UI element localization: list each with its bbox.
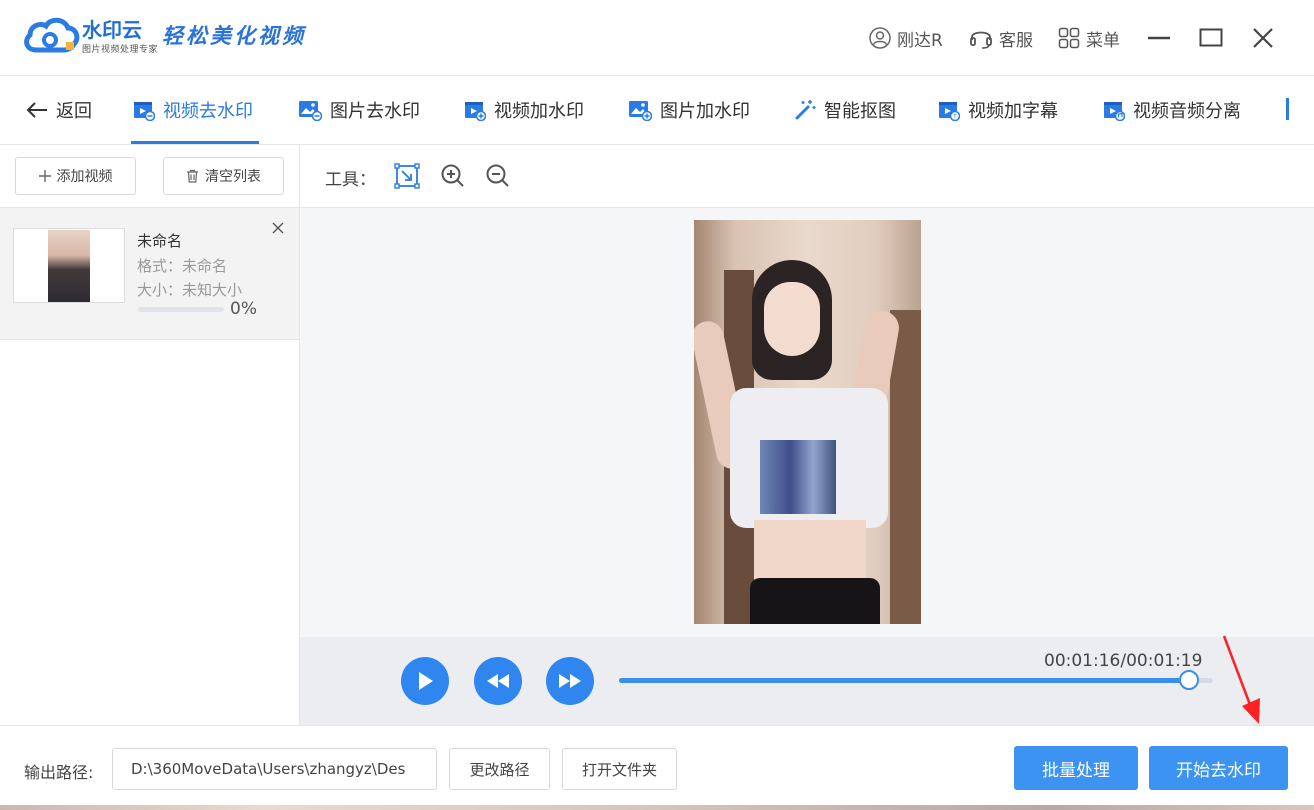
video-add-icon [465,102,486,121]
customer-service-label: 客服 [999,30,1033,51]
fast-forward-icon [559,674,581,688]
close-icon [1253,28,1273,48]
zoom-out-tool[interactable] [485,163,511,189]
clear-list-button[interactable]: 清空列表 [163,157,284,195]
playback-knob[interactable] [1179,670,1200,690]
start-removal-button[interactable]: 开始去水印 [1149,746,1288,790]
user-name: 刚达R [897,30,943,51]
grid-menu-icon [1058,27,1080,49]
tab-label: 图片去水印 [330,101,420,122]
tab-label: 视频音频分离 [1133,101,1241,122]
user-account-button[interactable]: 刚达R [869,24,943,52]
minimize-icon [1148,36,1170,40]
output-path-field[interactable]: D:\360MoveData\Users\zhangyz\Des [112,748,437,790]
file-progress-bar [138,307,224,312]
tab-video-add-subtitles[interactable]: T 视频加字幕 [938,76,1058,144]
tab-smart-cutout[interactable]: 智能抠图 [794,76,896,144]
list-item[interactable]: 未命名 格式：未命名 大小：未知大小 0% [0,208,299,340]
file-format: 格式：未命名 [137,257,228,275]
rewind-icon [487,674,509,688]
video-background-wall [890,310,921,624]
rewind-button[interactable] [474,657,522,705]
user-icon [869,27,891,49]
open-folder-button[interactable]: 打开文件夹 [562,748,677,790]
playback-time: 00:01:16/00:01:19 [1044,651,1203,671]
video-shirt-print [760,440,836,514]
select-region-tool[interactable] [394,163,420,189]
back-button[interactable]: 返回 [26,76,92,144]
video-subtitle-icon: T [939,102,960,121]
video-icon [134,102,155,121]
fast-forward-button[interactable] [546,657,594,705]
plus-icon [38,170,51,182]
tab-video-add-watermark[interactable]: 视频加水印 [464,76,584,144]
add-video-label: 添加视频 [56,169,113,185]
maximize-button[interactable] [1195,22,1227,54]
tool-tabs-bar: 返回 视频去水印 图片去水印 视频加水印 图片加水印 智能抠图 T 视频加字幕 … [0,76,1314,145]
video-preview-area [300,208,1314,637]
window-bottom-edge [0,805,1314,810]
tab-video-audio-separation[interactable]: 视频音频分离 [1103,76,1241,144]
toolbar: 工具： [300,145,1314,208]
svg-text:T: T [952,114,957,121]
cloud-logo-icon [24,17,80,53]
change-path-button[interactable]: 更改路径 [449,748,550,790]
active-tab-underline [131,141,259,144]
file-list-panel: 添加视频 清空列表 未命名 格式：未命名 大小：未知大小 0% [0,145,300,725]
slogan: 轻松美化视频 [162,23,306,48]
video-figure-pants [750,578,880,624]
clear-list-label: 清空列表 [205,169,261,185]
tab-label: 视频去水印 [163,101,253,122]
brand-name: 水印云 [82,18,142,42]
output-bar: 输出路径: D:\360MoveData\Users\zhangyz\Des 更… [0,725,1314,810]
brand-subtitle: 图片视频处理专家 [82,45,159,55]
output-path-label: 输出路径: [24,763,94,782]
play-icon [419,672,433,690]
video-frame[interactable] [694,220,921,624]
file-name: 未命名 [137,232,183,250]
close-window-button[interactable] [1247,22,1279,54]
magic-wand-icon [795,100,816,120]
image-icon [299,101,322,121]
tab-image-watermark-removal[interactable]: 图片去水印 [298,76,420,144]
minimize-button[interactable] [1143,22,1175,54]
image-add-icon [629,101,652,121]
tab-image-add-watermark[interactable]: 图片加水印 [628,76,750,144]
tab-label: 视频加水印 [494,101,584,122]
tab-label: 智能抠图 [824,101,896,122]
video-figure-face [764,282,820,356]
menu-label: 菜单 [1086,30,1120,51]
video-audio-icon [1104,102,1125,121]
file-size: 大小：未知大小 [137,281,243,299]
zoom-out-icon [486,164,509,187]
add-video-button[interactable]: 添加视频 [15,157,136,195]
video-thumbnail [13,228,125,303]
tools-label: 工具： [325,170,376,190]
title-bar: 水印云 图片视频处理专家 轻松美化视频 刚达R 客服 菜单 [0,0,1314,76]
playback-scrubber[interactable] [619,670,1213,690]
zoom-in-icon [441,164,464,187]
file-progress-percent: 0% [230,299,257,319]
zoom-in-tool[interactable] [440,163,466,189]
tab-video-watermark-removal[interactable]: 视频去水印 [133,76,253,144]
tab-label: 视频加字幕 [968,101,1058,122]
tab-label: 图片加水印 [660,101,750,122]
player-controls: 00:01:16/00:01:19 [300,637,1314,725]
tabs-overflow-indicator[interactable] [1286,98,1289,120]
thumbnail-image [48,230,90,302]
batch-process-button[interactable]: 批量处理 [1014,746,1138,790]
playback-progress-fill [619,678,1190,683]
remove-file-icon[interactable] [270,220,286,236]
arrow-left-icon [26,102,47,118]
maximize-icon [1199,28,1223,47]
customer-service-button[interactable]: 客服 [969,24,1033,52]
trash-icon [187,169,198,183]
play-button[interactable] [401,657,449,705]
annotation-arrow-icon [1222,635,1260,724]
headset-icon [970,31,992,49]
menu-button[interactable]: 菜单 [1058,24,1120,52]
back-label: 返回 [56,101,92,122]
select-region-icon [394,163,420,189]
